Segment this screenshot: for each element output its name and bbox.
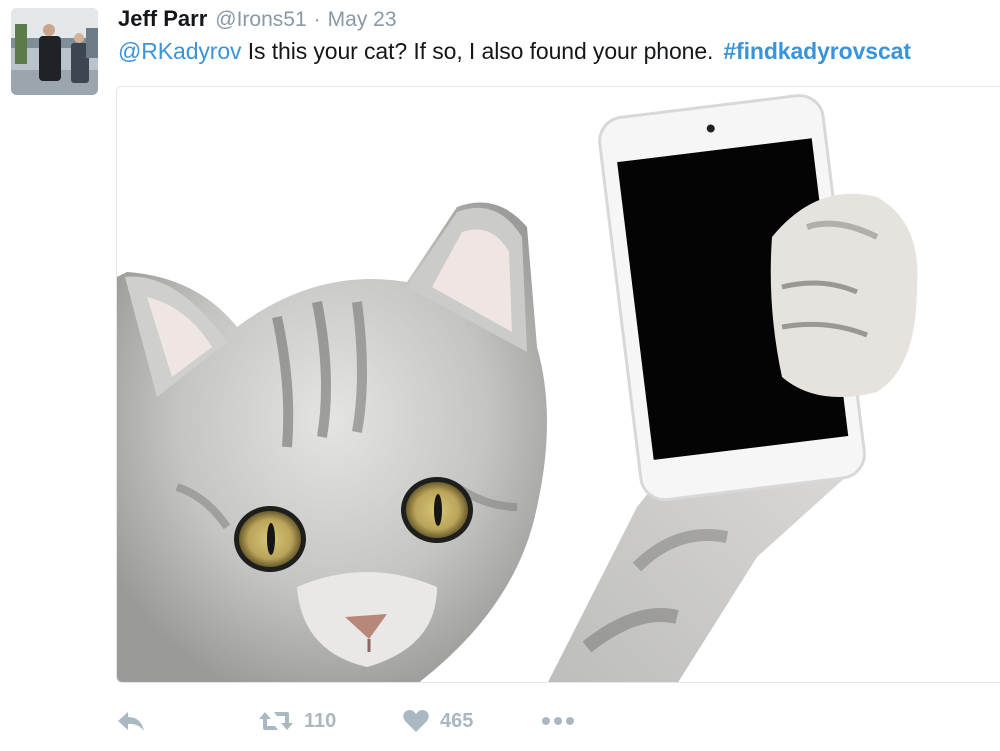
more-button[interactable]: [540, 700, 576, 742]
tweet-body: Is this your cat? If so, I also found yo…: [241, 38, 714, 64]
reply-button[interactable]: [116, 700, 146, 742]
tweet-text: @RKadyrov Is this your cat? If so, I als…: [118, 38, 911, 65]
mention-link[interactable]: @RKadyrov: [118, 38, 242, 64]
cat-with-phone-image: [117, 94, 918, 682]
avatar[interactable]: [11, 8, 98, 95]
hashtag-link[interactable]: #findkadyrovscat: [723, 38, 911, 64]
tweet-header: Jeff Parr @Irons51 · May 23: [118, 6, 397, 36]
avatar-photo: [11, 8, 98, 95]
author-name[interactable]: Jeff Parr: [118, 6, 207, 32]
heart-icon: [403, 710, 429, 732]
tweet-timestamp[interactable]: May 23: [328, 8, 397, 32]
tweet-actions: 110 465: [116, 700, 616, 742]
retweet-count: 110: [304, 709, 337, 732]
header-separator: ·: [313, 8, 321, 31]
author-handle[interactable]: @Irons51: [215, 8, 306, 32]
like-count: 465: [440, 709, 474, 732]
more-icon: [542, 717, 574, 725]
like-button[interactable]: 465: [402, 700, 473, 742]
retweet-button[interactable]: 110: [258, 700, 336, 742]
reply-icon: [118, 712, 144, 731]
retweet-icon: [259, 712, 293, 730]
tweet-media[interactable]: [116, 86, 1000, 683]
